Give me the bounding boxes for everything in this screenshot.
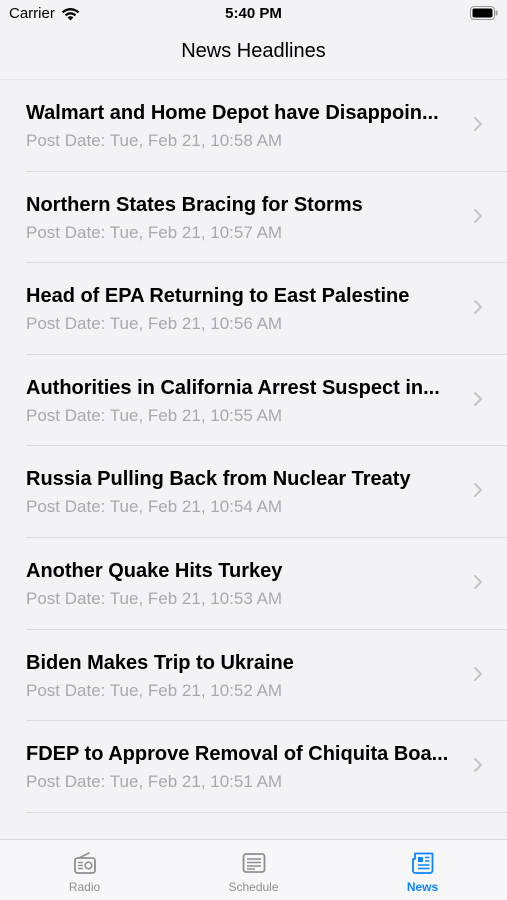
news-row[interactable]: Biden Makes Trip to Ukraine Post Date: T… (0, 630, 507, 722)
news-row[interactable]: FDEP to Approve Removal of Chiquita Boa.… (0, 721, 507, 813)
tab-label: News (406, 880, 439, 894)
status-time: 5:40 PM (225, 5, 282, 22)
news-row[interactable]: Head of EPA Returning to East Palestine … (0, 263, 507, 355)
news-date: Post Date: Tue, Feb 21, 10:51 AM (26, 772, 283, 792)
chevron-right-icon (474, 666, 482, 681)
news-date: Post Date: Tue, Feb 21, 10:56 AM (26, 314, 283, 334)
news-date: Post Date: Tue, Feb 21, 10:58 AM (26, 131, 283, 150)
chevron-right-icon (474, 483, 482, 498)
news-row[interactable]: Walmart and Home Depot have Disappoin...… (0, 80, 507, 172)
chevron-right-icon (474, 117, 482, 131)
news-icon (411, 852, 433, 874)
news-date: Post Date: Tue, Feb 21, 10:54 AM (26, 497, 283, 517)
tab-schedule[interactable]: Schedule (169, 840, 338, 900)
news-row[interactable]: Russia Pulling Back from Nuclear Treaty … (0, 446, 507, 538)
tab-label: Schedule (228, 880, 279, 894)
chevron-right-icon (474, 300, 482, 315)
battery-icon (470, 6, 498, 20)
tab-news[interactable]: News (338, 840, 507, 900)
tab-bar: Radio Schedule News (0, 839, 507, 900)
chevron-right-icon (474, 574, 482, 589)
news-title: Northern States Bracing for Storms (26, 193, 363, 216)
news-list[interactable]: Walmart and Home Depot have Disappoin...… (0, 80, 507, 840)
chevron-right-icon (474, 391, 482, 406)
chevron-right-icon (474, 758, 482, 773)
tab-radio[interactable]: Radio (0, 840, 169, 900)
status-bar: Carrier 5:40 PM (0, 0, 507, 30)
news-title: Authorities in California Arrest Suspect… (26, 376, 440, 399)
news-row[interactable]: Another Quake Hits Turkey Post Date: Tue… (0, 538, 507, 630)
news-date: Post Date: Tue, Feb 21, 10:57 AM (26, 222, 283, 242)
news-title: Head of EPA Returning to East Palestine (26, 285, 410, 308)
news-date: Post Date: Tue, Feb 21, 10:55 AM (26, 405, 283, 425)
news-title: Another Quake Hits Turkey (26, 559, 283, 582)
tab-label: Radio (68, 880, 101, 894)
chevron-right-icon (474, 208, 482, 223)
news-title: FDEP to Approve Removal of Chiquita Boa.… (26, 743, 449, 766)
news-date: Post Date: Tue, Feb 21, 10:52 AM (26, 680, 283, 700)
radio-icon (73, 852, 96, 874)
news-date: Post Date: Tue, Feb 21, 10:53 AM (26, 588, 283, 608)
news-row[interactable]: Authorities in California Arrest Suspect… (0, 355, 507, 447)
news-title: Walmart and Home Depot have Disappoin... (26, 102, 439, 124)
schedule-icon (242, 853, 265, 873)
news-title: Russia Pulling Back from Nuclear Treaty (26, 468, 411, 491)
news-row[interactable]: Northern States Bracing for Storms Post … (0, 172, 507, 264)
news-title: Biden Makes Trip to Ukraine (26, 651, 294, 674)
page-title: News Headlines (181, 40, 326, 62)
